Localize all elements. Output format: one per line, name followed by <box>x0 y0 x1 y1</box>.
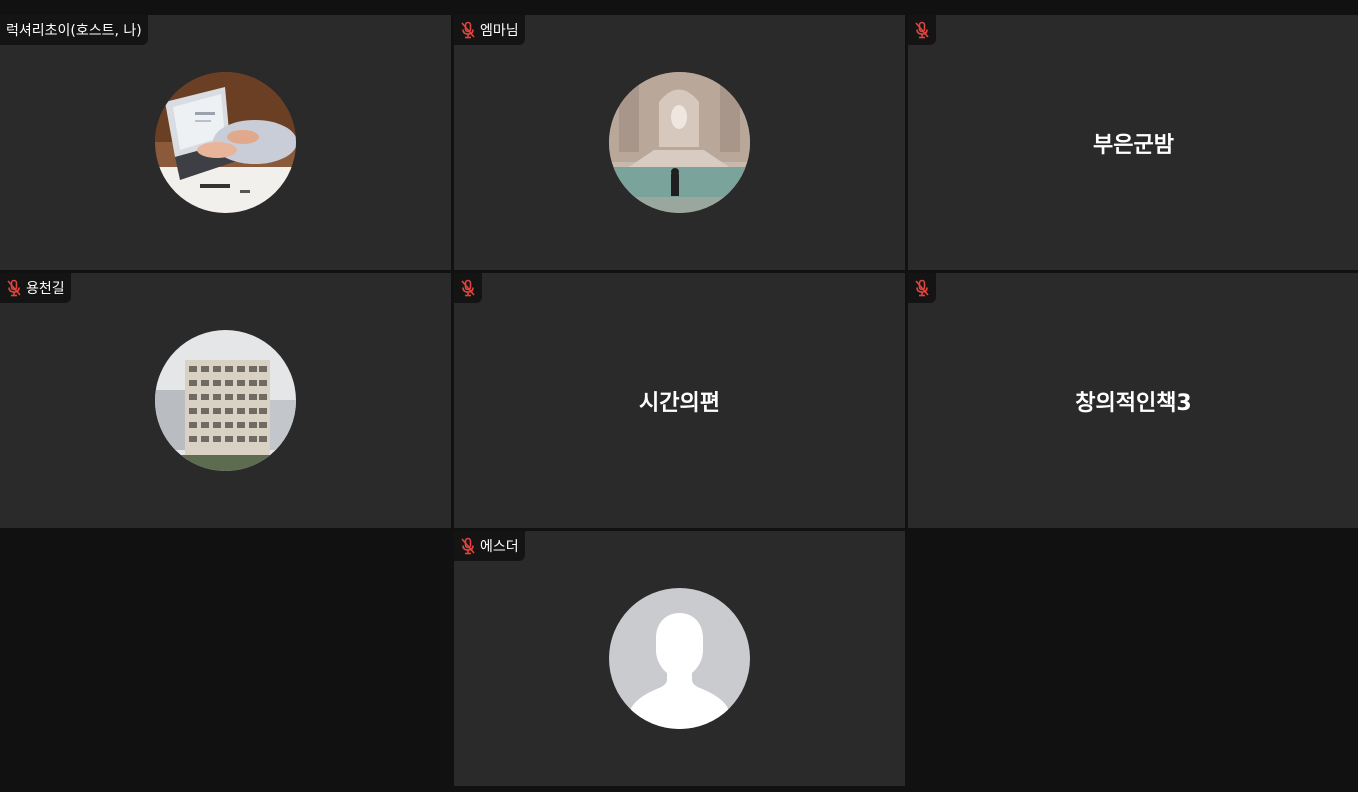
participant-avatar <box>608 587 750 729</box>
participant-tile[interactable]: 창의적인책3 <box>908 273 1358 528</box>
participant-display-name: 부은군밤 <box>1093 132 1174 158</box>
empty-grid-cell <box>908 531 1358 786</box>
participant-display-name: 창의적인책3 <box>1075 390 1192 416</box>
participant-tile[interactable]: 에스더 <box>454 531 905 786</box>
mic-off-icon <box>915 21 929 39</box>
participant-name: 엠마님 <box>480 23 519 39</box>
laptop-photo-image <box>154 71 296 213</box>
participant-name-tag: 엠마님 <box>454 15 525 45</box>
participant-tile[interactable]: 엠마님 <box>454 15 905 270</box>
participant-name-tag <box>908 273 936 303</box>
participant-tile-host[interactable]: 럭셔리초이(호스트, 나) <box>0 15 451 270</box>
fountain-photo-image <box>608 71 750 213</box>
default-user-silhouette-icon <box>608 587 750 729</box>
participant-name: 에스더 <box>480 539 519 555</box>
participant-name-tag: 럭셔리초이(호스트, 나) <box>0 15 148 45</box>
participant-avatar <box>154 71 296 213</box>
participant-avatar <box>608 71 750 213</box>
participant-name: 용천길 <box>26 281 65 297</box>
mic-off-icon <box>915 279 929 297</box>
participant-name-tag <box>454 273 482 303</box>
empty-grid-cell <box>0 531 451 786</box>
mic-off-icon <box>461 279 475 297</box>
participant-name: 럭셔리초이(호스트, 나) <box>6 23 142 39</box>
participant-name-tag <box>908 15 936 45</box>
mic-off-icon <box>7 279 21 297</box>
video-grid: 럭셔리초이(호스트, 나) 엠마님 부은군밤 용천길 시간의편 창의적인책3 에… <box>0 15 1358 786</box>
building-photo-image <box>154 329 296 471</box>
participant-display-name: 시간의편 <box>639 390 720 416</box>
mic-off-icon <box>461 21 475 39</box>
mic-off-icon <box>461 537 475 555</box>
participant-tile[interactable]: 용천길 <box>0 273 451 528</box>
participant-tile[interactable]: 시간의편 <box>454 273 905 528</box>
participant-name-tag: 용천길 <box>0 273 71 303</box>
participant-tile[interactable]: 부은군밤 <box>908 15 1358 270</box>
participant-avatar <box>154 329 296 471</box>
participant-name-tag: 에스더 <box>454 531 525 561</box>
